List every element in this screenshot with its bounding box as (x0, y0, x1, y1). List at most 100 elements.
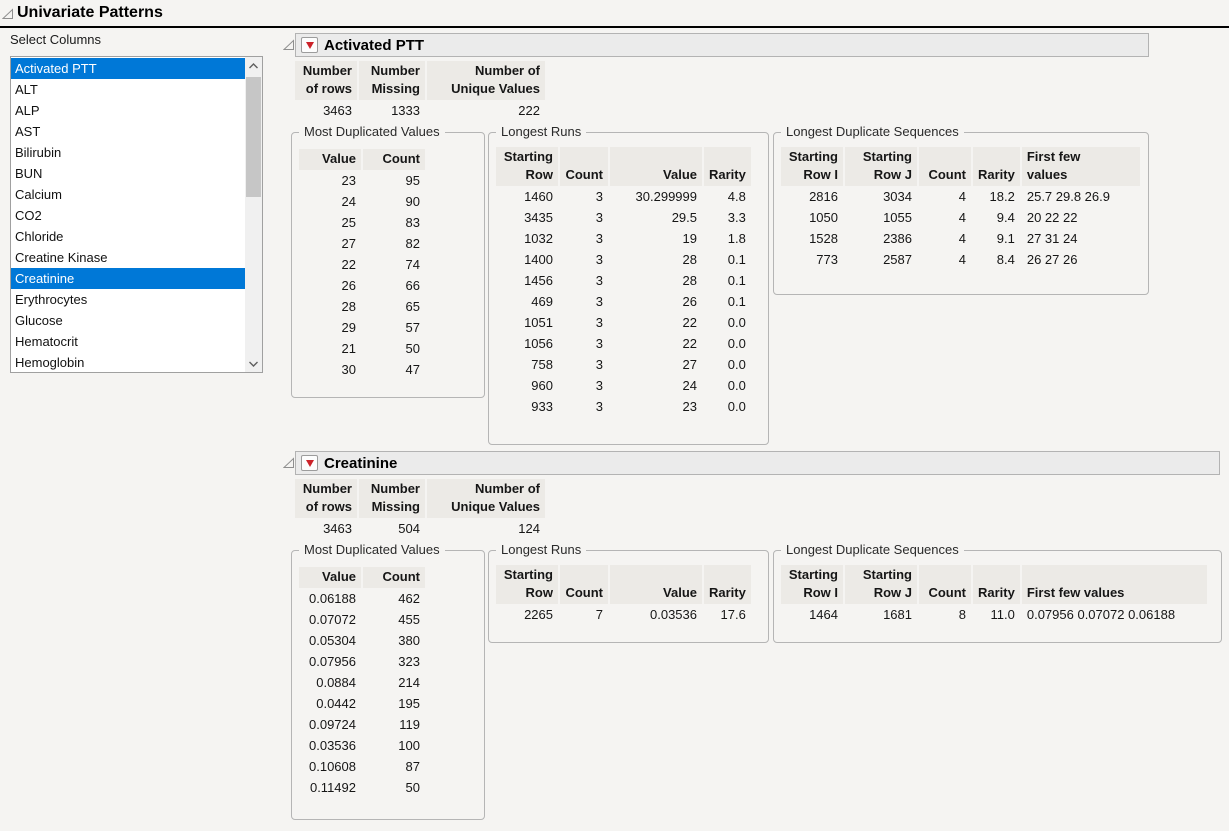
table-row: 0.07956323 (299, 651, 425, 672)
column-list-item[interactable]: Bilirubin (11, 142, 245, 163)
table-cell: 25.7 29.8 26.9 (1022, 186, 1140, 207)
table-cell: 0.0442 (299, 693, 361, 714)
table-cell: 100 (363, 735, 425, 756)
group-box-title: Longest Runs (496, 124, 586, 139)
column-list-item[interactable]: Chloride (11, 226, 245, 247)
disclosure-triangle-icon[interactable] (283, 39, 295, 51)
table-row: 0.09724119 (299, 714, 425, 735)
table-cell: 933 (496, 396, 558, 417)
table-cell: 124 (427, 518, 545, 539)
table-cell: 27 31 24 (1022, 228, 1140, 249)
table-cell: 25 (299, 212, 361, 233)
table-cell: 1055 (845, 207, 917, 228)
table-cell: 22 (610, 312, 702, 333)
table-cell: 1050 (781, 207, 843, 228)
table-cell: 3034 (845, 186, 917, 207)
table-cell: 1056 (496, 333, 558, 354)
table-cell: 0.0 (704, 354, 751, 375)
column-header: Count (919, 565, 971, 604)
group-box-most-duplicated-values: Most Duplicated Values ValueCount2395249… (291, 132, 485, 398)
table-cell: 18.2 (973, 186, 1020, 207)
column-list-item[interactable]: Creatinine (11, 268, 245, 289)
table-cell: 3 (560, 270, 608, 291)
column-header: StartingRow (496, 147, 558, 186)
disclosure-triangle-icon[interactable] (283, 457, 295, 469)
red-triangle-down-icon (306, 42, 314, 49)
group-box-longest-runs: Longest Runs StartingRow Count Value Rar… (488, 550, 769, 643)
column-list-item[interactable]: Calcium (11, 184, 245, 205)
table-cell: 960 (496, 375, 558, 396)
table-row: 2782 (299, 233, 425, 254)
table-row: 0.06188462 (299, 588, 425, 609)
table-cell: 26 27 26 (1022, 249, 1140, 270)
chevron-down-icon (248, 360, 259, 368)
table-cell: 2816 (781, 186, 843, 207)
table-cell: 2587 (845, 249, 917, 270)
outline-title-bar-activated-ptt[interactable]: Activated PTT (295, 33, 1149, 57)
column-list-item[interactable]: Activated PTT (11, 58, 245, 79)
table-cell: 455 (363, 609, 425, 630)
outline-title-bar-creatinine[interactable]: Creatinine (295, 451, 1220, 475)
table-cell: 1681 (845, 604, 917, 625)
red-triangle-menu-button[interactable] (301, 455, 318, 471)
table-cell: 3463 (295, 518, 357, 539)
table-cell: 4 (919, 228, 971, 249)
scrollbar-thumb[interactable] (246, 77, 261, 197)
column-header: Rarity (704, 147, 751, 186)
table-cell: 1456 (496, 270, 558, 291)
column-header: Count (919, 147, 971, 186)
table-row: 2865 (299, 296, 425, 317)
column-header: Rarity (973, 565, 1020, 604)
scroll-up-button[interactable] (245, 57, 262, 74)
longest-duplicate-sequences-table: StartingRow IStartingRow J Count RarityF… (779, 147, 1142, 270)
table-cell: 3 (560, 312, 608, 333)
table-cell: 380 (363, 630, 425, 651)
table-row: 14641681811.00.07956 0.07072 0.06188 (781, 604, 1207, 625)
column-list-item[interactable]: BUN (11, 163, 245, 184)
column-list-item[interactable]: AST (11, 121, 245, 142)
table-cell: 21 (299, 338, 361, 359)
column-header: Count (560, 565, 608, 604)
table-row: 1528238649.127 31 24 (781, 228, 1140, 249)
table-cell: 3 (560, 291, 608, 312)
column-list-item[interactable]: ALP (11, 100, 245, 121)
table-cell: 20 22 22 (1022, 207, 1140, 228)
column-list-item[interactable]: CO2 (11, 205, 245, 226)
table-cell: 23 (610, 396, 702, 417)
scrollbar[interactable] (245, 57, 262, 372)
column-list-item[interactable]: ALT (11, 79, 245, 100)
column-list-item[interactable]: Hemoglobin (11, 352, 245, 372)
table-cell: 82 (363, 233, 425, 254)
table-cell: 28 (610, 249, 702, 270)
page-title: Univariate Patterns (17, 4, 163, 22)
table-row: 2957 (299, 317, 425, 338)
table-cell: 24 (610, 375, 702, 396)
group-box-title: Longest Duplicate Sequences (781, 542, 964, 557)
group-box-title: Longest Runs (496, 542, 586, 557)
table-cell: 4 (919, 186, 971, 207)
disclosure-triangle-icon[interactable] (2, 8, 14, 20)
column-list-item[interactable]: Erythrocytes (11, 289, 245, 310)
red-triangle-menu-button[interactable] (301, 37, 318, 53)
section-title: Creatinine (324, 455, 397, 472)
table-cell: 8.4 (973, 249, 1020, 270)
column-list-item[interactable]: Glucose (11, 310, 245, 331)
table-cell: 1400 (496, 249, 558, 270)
column-header: Numberof rows (295, 61, 357, 100)
table-row: 0.1060887 (299, 756, 425, 777)
table-cell: 0.09724 (299, 714, 361, 735)
column-header: Rarity (704, 565, 751, 604)
scroll-down-button[interactable] (245, 355, 262, 372)
table-cell: 30 (299, 359, 361, 380)
table-cell: 3 (560, 186, 608, 207)
column-list-item[interactable]: Hematocrit (11, 331, 245, 352)
table-row: 10563220.0 (496, 333, 751, 354)
table-cell: 3 (560, 228, 608, 249)
column-list-item[interactable]: Creatine Kinase (11, 247, 245, 268)
table-cell: 27 (610, 354, 702, 375)
column-header: NumberMissing (359, 479, 425, 518)
table-row: 4693260.1 (496, 291, 751, 312)
table-row: 0.0442195 (299, 693, 425, 714)
header-underline (0, 26, 1229, 28)
table-row: 2490 (299, 191, 425, 212)
